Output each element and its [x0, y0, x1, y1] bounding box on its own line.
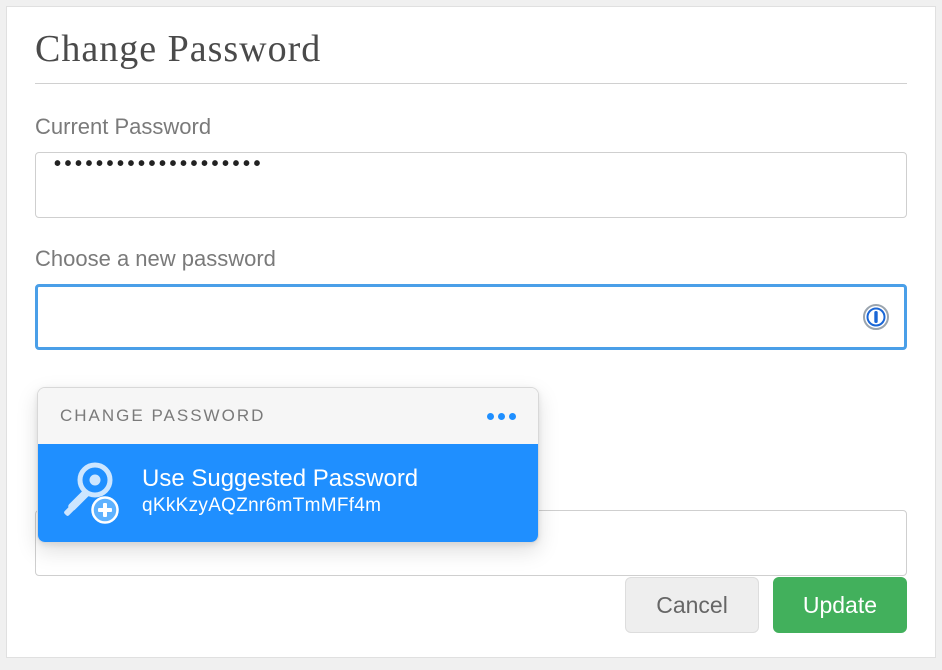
dialog-footer: Cancel Update: [625, 577, 907, 633]
change-password-panel: Change Password Current Password •••••••…: [6, 6, 936, 658]
new-password-input[interactable]: [35, 284, 907, 350]
current-password-group: Current Password ••••••••••••••••••••: [35, 114, 907, 218]
suggested-password-text: Use Suggested Password qKkKzyAQZnr6mTmMF…: [142, 465, 418, 517]
current-password-input[interactable]: ••••••••••••••••••••: [35, 152, 907, 218]
current-password-label: Current Password: [35, 114, 907, 140]
password-manager-dropdown: CHANGE PASSWORD: [37, 387, 539, 543]
password-manager-badge-icon[interactable]: [861, 302, 891, 332]
suggested-password-title: Use Suggested Password: [142, 465, 418, 493]
more-options-icon[interactable]: [487, 413, 516, 420]
password-manager-header-title: CHANGE PASSWORD: [60, 406, 265, 426]
cancel-button[interactable]: Cancel: [625, 577, 759, 633]
new-password-group: Choose a new password: [35, 246, 907, 350]
new-password-label: Choose a new password: [35, 246, 907, 272]
password-manager-header: CHANGE PASSWORD: [38, 388, 538, 444]
new-password-input-wrapper: [35, 284, 907, 350]
key-plus-icon: [58, 458, 124, 524]
current-password-input-wrapper: ••••••••••••••••••••: [35, 152, 907, 218]
suggested-password-value: qKkKzyAQZnr6mTmMFf4m: [142, 495, 418, 517]
update-button[interactable]: Update: [773, 577, 907, 633]
page-title: Change Password: [35, 27, 907, 84]
use-suggested-password-row[interactable]: Use Suggested Password qKkKzyAQZnr6mTmMF…: [38, 444, 538, 542]
